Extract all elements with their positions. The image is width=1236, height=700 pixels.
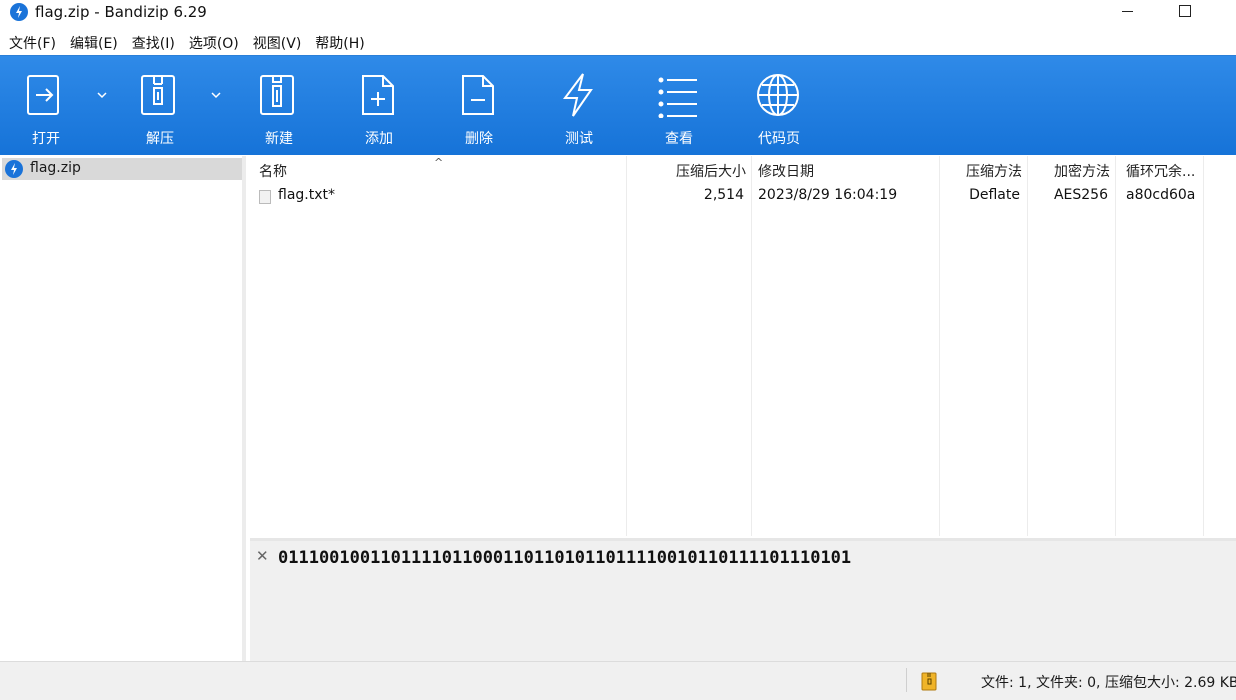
column-header-name[interactable]: 名称	[259, 156, 287, 184]
menu-file[interactable]: 文件(F)	[2, 30, 63, 54]
open-icon	[27, 75, 59, 115]
column-header-encryption[interactable]: 加密方法	[1030, 156, 1110, 184]
column-header-method[interactable]: 压缩方法	[942, 156, 1022, 184]
delete-button[interactable]: 删除	[435, 56, 515, 156]
column-divider[interactable]	[751, 156, 752, 536]
codepage-button[interactable]: 代码页	[735, 56, 815, 156]
file-packed-size-cell: 2,514	[703, 187, 744, 203]
title-bar: flag.zip - Bandizip 6.29	[0, 0, 1236, 28]
extract-button[interactable]: 解压	[116, 56, 196, 156]
add-file-icon	[362, 75, 394, 115]
archive-comment-text: 0111001001101111011000110110101101111001…	[278, 548, 852, 568]
view-label: 查看	[665, 131, 693, 147]
open-label: 打开	[32, 131, 60, 147]
bandizip-app-icon	[10, 3, 28, 21]
list-view-icon	[658, 77, 697, 118]
column-header-modified[interactable]: 修改日期	[758, 156, 814, 184]
column-header-packed-size[interactable]: 压缩后大小	[630, 156, 746, 184]
menu-view[interactable]: 视图(V)	[246, 30, 309, 54]
file-list: 名称 ^ 压缩后大小 修改日期 压缩方法 加密方法 循环冗余... flag.t…	[250, 156, 1236, 536]
file-name-cell[interactable]: flag.txt*	[278, 187, 335, 203]
new-archive-button[interactable]: 新建	[235, 56, 315, 156]
menu-find[interactable]: 查找(I)	[125, 30, 182, 54]
sort-ascending-icon: ^	[434, 156, 444, 169]
archive-status-icon	[921, 672, 937, 691]
test-button[interactable]: 测试	[535, 56, 615, 156]
column-header-crc[interactable]: 循环冗余...	[1126, 156, 1195, 184]
open-button[interactable]: 打开	[2, 56, 82, 156]
file-crc-cell: a80cd60a	[1126, 187, 1196, 203]
file-encryption-cell: AES256	[1053, 187, 1108, 203]
new-archive-icon	[260, 75, 294, 115]
extract-zipper-icon	[141, 75, 175, 115]
minimize-button[interactable]	[1098, 0, 1158, 28]
menu-help[interactable]: 帮助(H)	[308, 30, 371, 54]
codepage-label: 代码页	[758, 131, 800, 147]
tree-item-label: flag.zip	[30, 160, 81, 176]
view-button[interactable]: 查看	[635, 56, 715, 156]
window-title: flag.zip - Bandizip 6.29	[35, 3, 207, 21]
archive-comment-pane: ✕ 01110010011011110110001101101011011110…	[250, 538, 1236, 661]
menu-bar: 文件(F) 编辑(E) 查找(I) 选项(O) 视图(V) 帮助(H)	[0, 30, 1236, 54]
bandizip-archive-icon	[5, 160, 23, 178]
file-modified-cell: 2023/8/29 16:04:19	[758, 187, 898, 203]
new-label: 新建	[265, 131, 293, 147]
column-divider[interactable]	[1115, 156, 1116, 536]
close-comment-icon[interactable]: ✕	[256, 547, 269, 565]
test-label: 测试	[565, 131, 593, 147]
tree-item-archive-root[interactable]: flag.zip	[2, 158, 242, 180]
text-file-icon	[259, 190, 271, 204]
delete-label: 删除	[465, 131, 493, 147]
column-divider[interactable]	[626, 156, 627, 536]
extract-label: 解压	[146, 131, 174, 147]
extract-dropdown-chevron-icon[interactable]	[210, 90, 222, 100]
folder-tree: flag.zip	[0, 156, 246, 661]
status-summary: 文件: 1, 文件夹: 0, 压缩包大小: 2.69 KB	[981, 675, 1236, 691]
column-divider[interactable]	[1203, 156, 1204, 536]
toolbar: 打开 解压 新建 添加 删除 测试 查看 代码页	[0, 55, 1236, 155]
status-bar: 文件: 1, 文件夹: 0, 压缩包大小: 2.69 KB	[0, 661, 1236, 700]
menu-edit[interactable]: 编辑(E)	[63, 30, 125, 54]
column-divider[interactable]	[1027, 156, 1028, 536]
file-method-cell: Deflate	[969, 187, 1020, 203]
lightning-icon	[563, 73, 593, 117]
maximize-button[interactable]	[1158, 0, 1218, 28]
menu-options[interactable]: 选项(O)	[182, 30, 246, 54]
add-label: 添加	[365, 131, 393, 147]
globe-icon	[757, 74, 799, 116]
delete-file-icon	[462, 75, 494, 115]
open-dropdown-chevron-icon[interactable]	[96, 90, 108, 100]
status-divider	[906, 668, 907, 692]
add-button[interactable]: 添加	[335, 56, 415, 156]
column-divider[interactable]	[939, 156, 940, 536]
